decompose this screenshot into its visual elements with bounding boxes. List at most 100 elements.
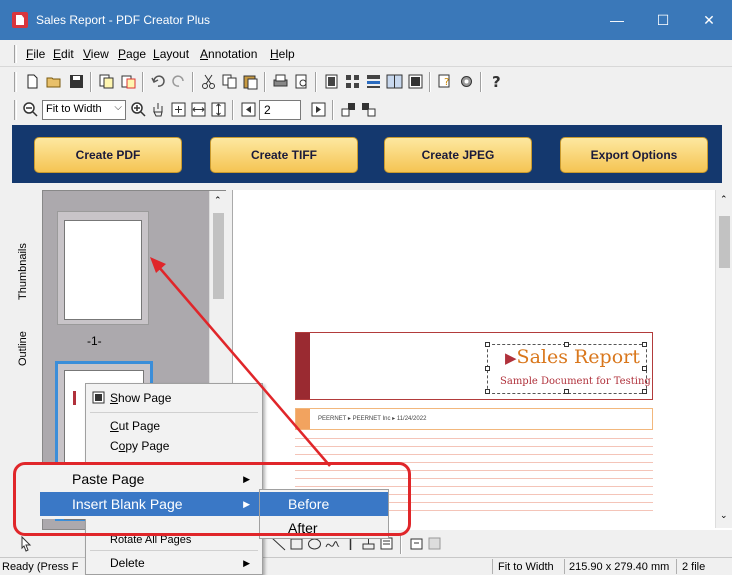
scroll-up-icon[interactable]: ⌃: [214, 195, 222, 206]
toolbar-separator: [264, 72, 266, 92]
zoom-out-icon[interactable]: [22, 101, 39, 118]
menu-edit-accel: E: [53, 47, 62, 61]
book-view-icon[interactable]: [407, 73, 424, 90]
fit-height-icon[interactable]: [210, 101, 227, 118]
scroll-down-icon[interactable]: ⌄: [720, 510, 728, 521]
pan-tool-icon[interactable]: [150, 101, 167, 118]
new-file-icon[interactable]: [24, 73, 41, 90]
attachment-tool-icon[interactable]: [408, 535, 425, 552]
create-pdf-button[interactable]: Create PDF: [34, 137, 182, 173]
move-page-up-icon[interactable]: [340, 101, 357, 118]
export-options-button[interactable]: Export Options: [560, 137, 708, 173]
ctx-accel: C: [110, 419, 119, 433]
menu-edit[interactable]: Edit: [53, 47, 74, 61]
menu-file[interactable]: File: [26, 47, 45, 61]
single-page-icon[interactable]: [323, 73, 340, 90]
fit-page-icon[interactable]: [170, 101, 187, 118]
toolbar-separator: [400, 534, 402, 554]
next-page-icon[interactable]: [310, 101, 327, 118]
toolbar-separator: [480, 72, 482, 92]
resize-handle[interactable]: [642, 342, 647, 347]
menu-edit-label: dit: [61, 47, 74, 61]
minimize-button[interactable]: —: [594, 0, 640, 40]
resize-handle[interactable]: [564, 389, 569, 394]
create-jpeg-button[interactable]: Create JPEG: [384, 137, 532, 173]
status-zoom: Fit to Width: [498, 561, 554, 573]
window-title: Sales Report - PDF Creator Plus: [36, 13, 211, 27]
status-message: Ready (Press F: [2, 561, 79, 573]
scroll-up-icon[interactable]: ⌃: [720, 194, 728, 205]
resize-handle[interactable]: [485, 389, 490, 394]
main-toolbar: ? ?: [14, 68, 534, 96]
tab-outline-label: Outline: [17, 331, 29, 366]
ctx-label: py Page: [125, 439, 170, 453]
status-separator: [564, 559, 565, 574]
redo-icon[interactable]: [170, 73, 187, 90]
create-tiff-button[interactable]: Create TIFF: [210, 137, 358, 173]
copy-page-icon[interactable]: [98, 73, 115, 90]
ctx-label-prefix: C: [110, 439, 119, 453]
close-button[interactable]: ✕: [686, 0, 732, 40]
menu-annotation[interactable]: Annotation: [200, 47, 257, 61]
scrollbar-thumb[interactable]: [719, 216, 730, 268]
menu-help[interactable]: Help: [270, 47, 295, 61]
triangle-bullet-icon: ▶: [505, 349, 517, 367]
menubar-grip: [14, 45, 17, 63]
print-preview-icon[interactable]: [293, 73, 310, 90]
title-bar: Sales Report - PDF Creator Plus — ☐ ✕: [0, 0, 732, 40]
undo-icon[interactable]: [150, 73, 167, 90]
menu-separator: [90, 550, 258, 551]
doc-rule: [295, 446, 653, 447]
ctx-cut-page[interactable]: Cut Page: [86, 416, 262, 436]
continuous-page-icon[interactable]: [365, 73, 382, 90]
action-band: Create PDF Create TIFF Create JPEG Expor…: [12, 125, 722, 183]
paste-icon[interactable]: [242, 73, 259, 90]
previous-page-icon[interactable]: [240, 101, 257, 118]
menu-page[interactable]: Page: [118, 47, 146, 61]
open-folder-icon[interactable]: [46, 73, 63, 90]
help-icon[interactable]: ?: [488, 73, 505, 90]
tab-thumbnails[interactable]: Thumbnails: [17, 200, 35, 300]
resize-handle[interactable]: [642, 366, 647, 371]
tab-outline[interactable]: Outline: [17, 308, 35, 366]
ctx-delete[interactable]: Delete ▶: [86, 553, 262, 573]
cut-icon[interactable]: [200, 73, 217, 90]
page-number-input[interactable]: 2: [259, 100, 301, 120]
resize-handle[interactable]: [485, 342, 490, 347]
select-arrow-icon[interactable]: [18, 535, 35, 552]
move-page-down-icon[interactable]: [360, 101, 377, 118]
facing-pages-icon[interactable]: [386, 73, 403, 90]
doc-strip-text: PEERNET ▸ PEERNET Inc ▸ 11/24/2022: [318, 416, 427, 422]
menu-file-label: ile: [33, 47, 46, 61]
svg-text:?: ?: [492, 73, 501, 90]
menu-help-accel: H: [270, 47, 279, 61]
resize-handle[interactable]: [642, 389, 647, 394]
zoom-in-icon[interactable]: [130, 101, 147, 118]
properties-icon[interactable]: ?: [437, 73, 454, 90]
zoom-toolbar: Fit to Width ⌵ 2: [14, 96, 394, 124]
fit-width-icon[interactable]: [190, 101, 207, 118]
zoom-select[interactable]: Fit to Width ⌵: [42, 100, 126, 120]
copy-icon[interactable]: [221, 73, 238, 90]
doc-title: ▶Sales Report: [505, 346, 640, 368]
ctx-copy-page[interactable]: Copy Page: [86, 436, 262, 456]
paste-page-icon[interactable]: [120, 73, 137, 90]
maximize-button[interactable]: ☐: [640, 0, 686, 40]
ctx-accel: S: [110, 391, 119, 405]
resize-handle[interactable]: [485, 366, 490, 371]
document-scrollbar[interactable]: ⌃ ⌄: [715, 190, 732, 528]
save-icon[interactable]: [68, 73, 85, 90]
menu-view[interactable]: View: [83, 47, 109, 61]
page-thumbnail-1[interactable]: [57, 211, 149, 325]
print-icon[interactable]: [272, 73, 289, 90]
status-separator: [676, 559, 677, 574]
settings-gear-icon[interactable]: [458, 73, 475, 90]
chevron-down-icon: ⌵: [114, 102, 122, 113]
toolbar-separator: [90, 72, 92, 92]
annotation-list-icon[interactable]: [426, 535, 443, 552]
menu-bar: File Edit View Page Layout Annotation He…: [0, 40, 732, 67]
menu-layout[interactable]: Layout: [153, 47, 189, 61]
scrollbar-thumb[interactable]: [213, 213, 224, 299]
grid-pages-icon[interactable]: [344, 73, 361, 90]
ctx-show-page[interactable]: Show Page: [86, 388, 262, 408]
